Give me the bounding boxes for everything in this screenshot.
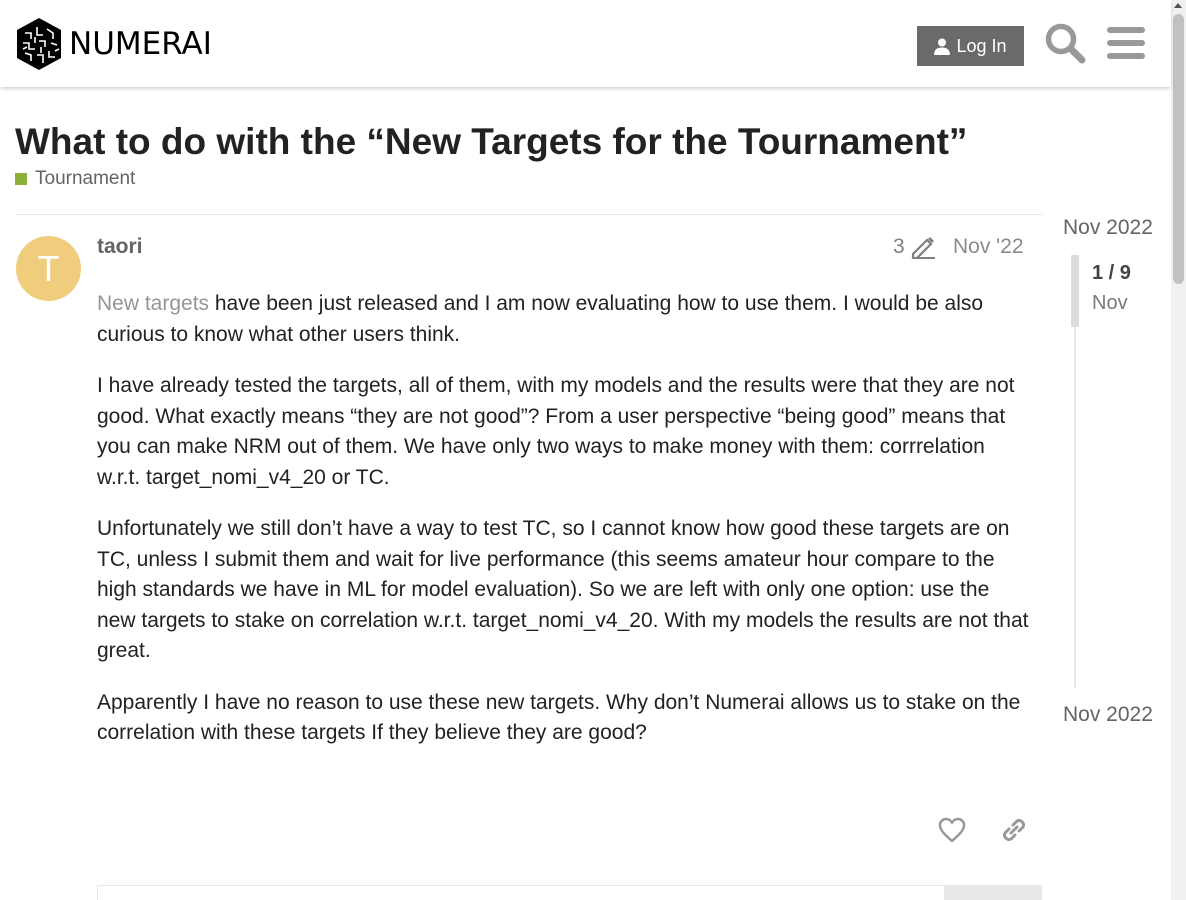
timeline-month: Nov xyxy=(1092,292,1128,314)
edit-history-button[interactable]: 3 xyxy=(893,235,936,259)
post-date[interactable]: Nov '22 xyxy=(953,235,1024,259)
scroll-up-arrow-icon[interactable] xyxy=(1174,3,1182,8)
new-targets-link[interactable]: New targets xyxy=(97,292,209,315)
category-badge[interactable]: Tournament xyxy=(15,168,135,190)
user-icon xyxy=(934,38,951,55)
post-body: New targets have been just released and … xyxy=(97,289,1032,770)
link-icon[interactable] xyxy=(1000,816,1028,844)
hamburger-menu-icon[interactable] xyxy=(1107,26,1145,60)
pencil-icon xyxy=(911,237,935,259)
avatar[interactable]: T xyxy=(16,236,81,301)
topic-divider xyxy=(15,214,1042,215)
post-paragraph-text: have been just released and I am now eva… xyxy=(97,292,984,346)
login-button[interactable]: Log In xyxy=(917,26,1024,66)
timeline-position: 1 / 9 xyxy=(1092,262,1131,284)
scroll-thumb[interactable] xyxy=(1173,14,1184,284)
reply-area[interactable] xyxy=(97,885,945,900)
post-paragraph: I have already tested the targets, all o… xyxy=(97,374,1015,489)
post-username[interactable]: taori xyxy=(97,235,143,259)
timeline-handle[interactable] xyxy=(1071,255,1079,327)
timeline-end-date[interactable]: Nov 2022 xyxy=(1063,703,1153,727)
timeline-start-date[interactable]: Nov 2022 xyxy=(1063,216,1153,240)
post-paragraph: Unfortunately we still don’t have a way … xyxy=(97,517,1029,662)
logo-wordmark: NUMERAI xyxy=(69,25,212,62)
category-label: Tournament xyxy=(35,168,136,189)
numerai-logo[interactable]: NUMERAI xyxy=(15,17,212,71)
avatar-letter: T xyxy=(37,247,60,289)
edit-count: 3 xyxy=(893,235,905,258)
numerai-logo-icon xyxy=(17,18,61,70)
post-paragraph: New targets have been just released and … xyxy=(97,289,1032,350)
post-paragraph: Apparently I have no reason to use these… xyxy=(97,690,1021,745)
site-header: NUMERAI Log In xyxy=(0,0,1171,87)
reply-tab[interactable] xyxy=(945,885,1042,900)
heart-icon[interactable] xyxy=(938,817,966,843)
category-color-square xyxy=(15,173,27,185)
page-scrollbar[interactable] xyxy=(1171,0,1186,900)
topic-title: What to do with the “New Targets for the… xyxy=(15,121,968,162)
login-label: Log In xyxy=(956,35,1007,56)
search-icon[interactable] xyxy=(1044,22,1086,64)
